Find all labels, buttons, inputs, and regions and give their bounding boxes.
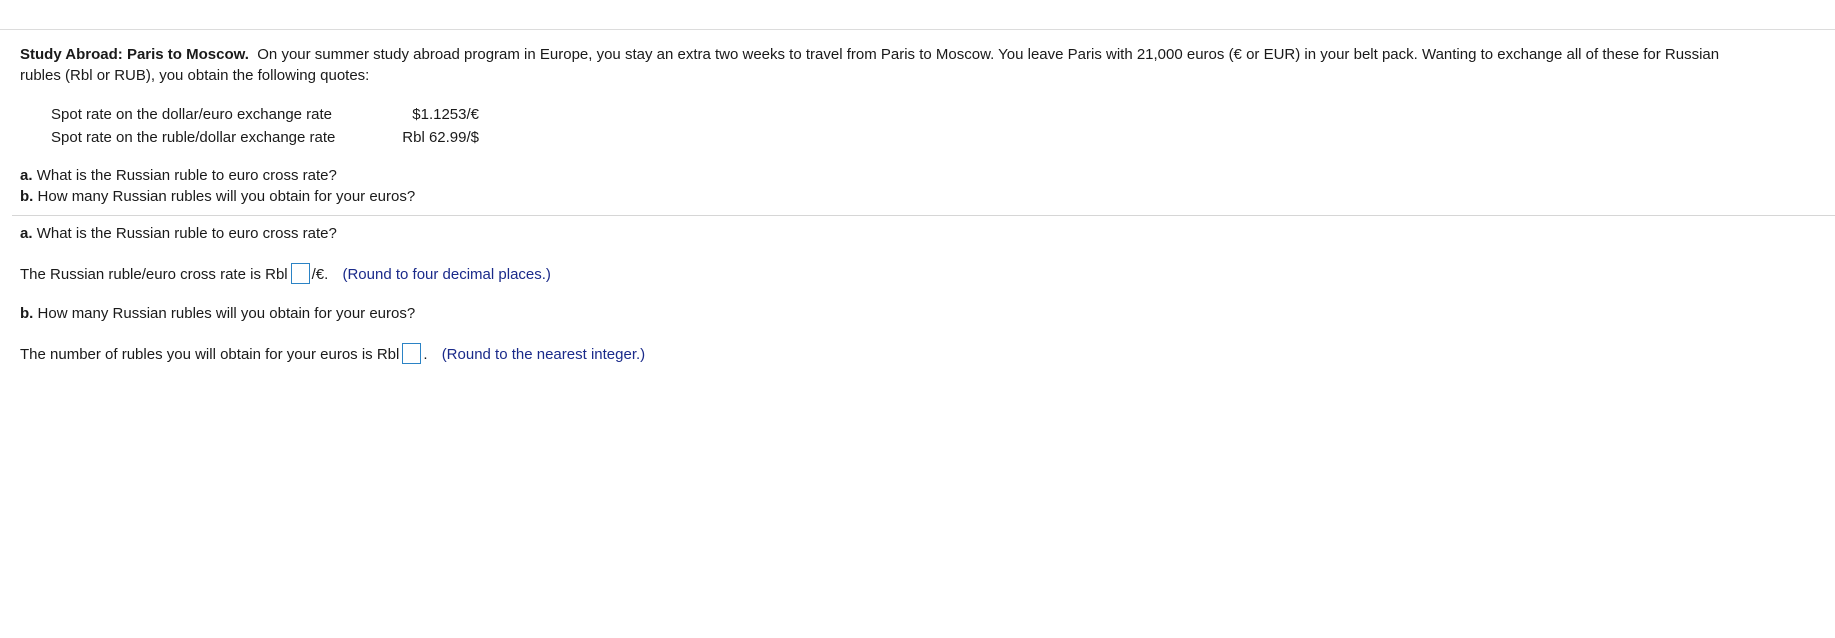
problem-text-line2: rubles (Rbl or RUB), you obtain the foll… <box>20 67 370 84</box>
question-b-text: How many Russian rubles will you obtain … <box>37 188 416 205</box>
quote-row: Spot rate on the dollar/euro exchange ra… <box>51 103 479 126</box>
question-a: a. What is the Russian ruble to euro cro… <box>20 165 415 186</box>
answer-a-heading: a. What is the Russian ruble to euro cro… <box>20 223 337 245</box>
answer-a-text-before: The Russian ruble/euro cross rate is Rbl <box>20 266 288 283</box>
question-a-text: What is the Russian ruble to euro cross … <box>36 167 337 184</box>
question-b: b. How many Russian rubles will you obta… <box>20 186 415 207</box>
rubles-amount-input[interactable] <box>402 342 422 364</box>
question-a-prefix: a. <box>20 167 33 184</box>
quote-value: Rbl 62.99/$ <box>402 129 479 146</box>
top-divider <box>0 29 1835 30</box>
answer-a-text-after: /€. <box>311 266 329 283</box>
answer-b-text-before: The number of rubles you will obtain for… <box>20 346 400 363</box>
quote-value: $1.1253/€ <box>412 106 479 123</box>
answer-a-heading-prefix: a. <box>20 225 33 242</box>
answer-a-sentence: The Russian ruble/euro cross rate is Rbl… <box>20 262 551 286</box>
quote-row: Spot rate on the ruble/dollar exchange r… <box>51 126 479 149</box>
section-divider <box>12 215 1835 216</box>
answer-b-sentence: The number of rubles you will obtain for… <box>20 342 646 366</box>
quote-label: Spot rate on the dollar/euro exchange ra… <box>51 106 333 123</box>
cross-rate-input[interactable] <box>290 262 310 284</box>
answer-b-text-after: . <box>423 346 428 363</box>
problem-title: Study Abroad: Paris to Moscow. <box>20 46 249 63</box>
answer-b-hint: (Round to the nearest integer.) <box>441 346 646 363</box>
answer-b-heading-text: How many Russian rubles will you obtain … <box>37 305 416 322</box>
answer-a-hint: (Round to four decimal places.) <box>342 266 551 283</box>
quotes-table: Spot rate on the dollar/euro exchange ra… <box>51 103 479 149</box>
problem-statement: Study Abroad: Paris to Moscow. On your s… <box>20 44 1835 86</box>
problem-text-line1: On your summer study abroad program in E… <box>257 46 1720 63</box>
question-list: a. What is the Russian ruble to euro cro… <box>20 165 415 207</box>
quote-label: Spot rate on the ruble/dollar exchange r… <box>51 129 336 146</box>
answer-a-heading-text: What is the Russian ruble to euro cross … <box>36 225 337 242</box>
question-b-prefix: b. <box>20 188 34 205</box>
answer-b-heading: b. How many Russian rubles will you obta… <box>20 303 415 325</box>
answer-b-heading-prefix: b. <box>20 305 34 322</box>
